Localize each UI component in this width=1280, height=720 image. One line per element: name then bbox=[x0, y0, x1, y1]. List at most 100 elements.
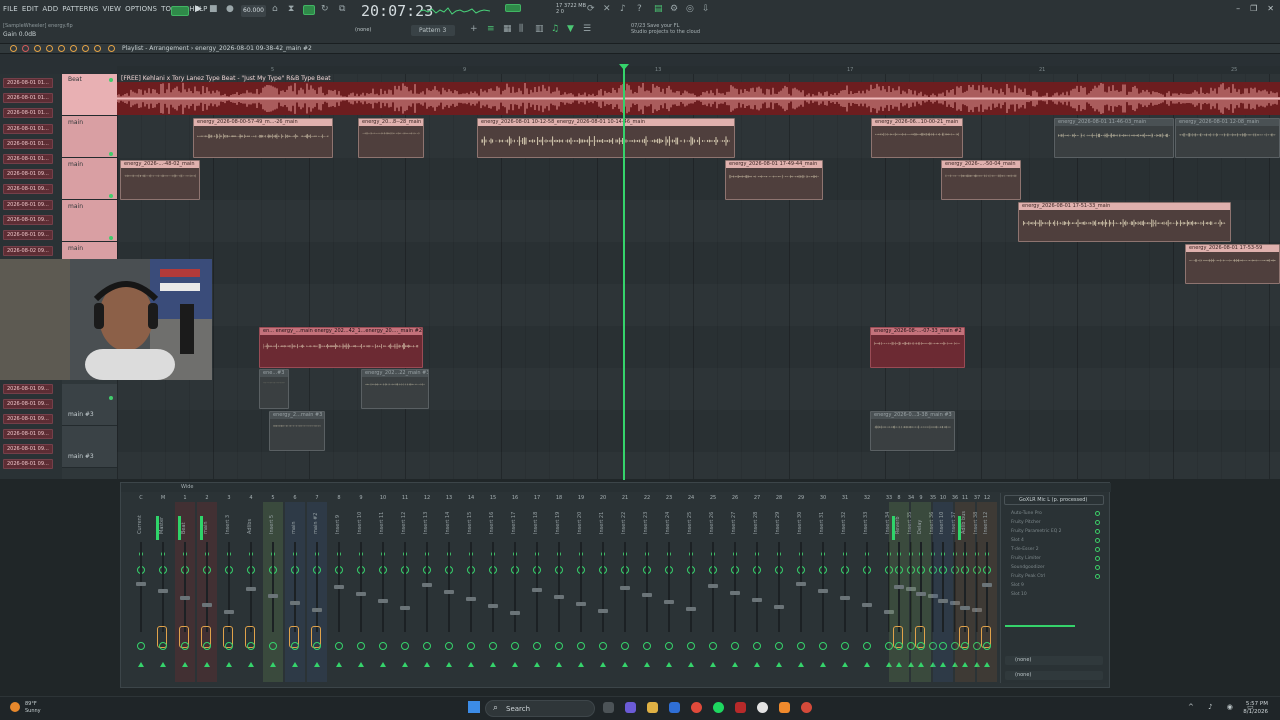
stereo-knob[interactable] bbox=[665, 642, 673, 650]
stereo-knob[interactable] bbox=[621, 642, 629, 650]
mail-app-icon[interactable] bbox=[669, 702, 680, 713]
spotify-icon[interactable] bbox=[713, 702, 724, 713]
track-header-main[interactable]: main bbox=[62, 116, 117, 158]
fx-slot-toggle[interactable] bbox=[1095, 565, 1100, 570]
route-arrow[interactable] bbox=[314, 662, 320, 667]
mixer-channel-strip[interactable]: Insert 12 bbox=[977, 502, 997, 682]
route-arrow[interactable] bbox=[940, 662, 946, 667]
mixer-channel-strip[interactable]: Insert 30 bbox=[791, 502, 811, 682]
playlist-icon[interactable]: ≡ bbox=[487, 24, 495, 34]
stereo-knob[interactable] bbox=[467, 642, 475, 650]
volume-fader[interactable] bbox=[268, 594, 278, 598]
mic-icon[interactable]: ♪ bbox=[620, 4, 626, 14]
playhead[interactable] bbox=[623, 66, 625, 480]
volume-fader[interactable] bbox=[708, 584, 718, 588]
volume-fader[interactable] bbox=[532, 588, 542, 592]
timeline-ruler[interactable]: 5 9 13 17 21 25 bbox=[117, 66, 1280, 74]
stereo-knob[interactable] bbox=[489, 642, 497, 650]
mixer-channel-strip[interactable]: Insert 10 bbox=[351, 502, 371, 682]
window-close-icon[interactable]: ✕ bbox=[1267, 4, 1274, 13]
mixer-channel-strip[interactable]: Adlibs bbox=[241, 502, 261, 682]
fx-slot[interactable]: Fruity Parametric EQ 2 bbox=[1005, 528, 1095, 536]
stereo-knob[interactable] bbox=[533, 642, 541, 650]
fx-slot[interactable]: T-de-Esser 2 bbox=[1005, 546, 1095, 554]
mixer-channel-strip[interactable]: Delay bbox=[911, 502, 931, 682]
picker-item[interactable]: 2026-08-01 09... bbox=[3, 459, 53, 469]
mixer-channel-strip[interactable]: Beat bbox=[175, 502, 195, 682]
fx-slot[interactable]: Slot 4 bbox=[1005, 537, 1095, 545]
picker-item[interactable]: 2026-08-01 09... bbox=[3, 429, 53, 439]
audio-clip[interactable]: energy_2026-08-...-07-33_main #2 bbox=[870, 327, 965, 368]
mixer-channel-strip[interactable]: Adlib bus bbox=[955, 502, 975, 682]
volume-fader[interactable] bbox=[730, 591, 740, 595]
audio-clip[interactable]: energy_2026-08-01 17-53-59 bbox=[1185, 244, 1280, 284]
volume-fader[interactable] bbox=[894, 585, 904, 589]
mixer-channel-strip[interactable]: Insert 12 bbox=[395, 502, 415, 682]
mixer-channel-strip[interactable]: main #2 bbox=[307, 502, 327, 682]
output-selector[interactable]: (none) bbox=[1005, 671, 1103, 680]
volume-fader[interactable] bbox=[818, 589, 828, 593]
mixer-channel-strip[interactable]: Insert 31 bbox=[813, 502, 833, 682]
mixer-channel-strip[interactable]: Insert 11 bbox=[373, 502, 393, 682]
stereo-knob[interactable] bbox=[423, 642, 431, 650]
route-arrow[interactable] bbox=[402, 662, 408, 667]
step-edit-icon[interactable]: ⧉ bbox=[339, 4, 345, 14]
stereo-separation-slider[interactable] bbox=[1005, 625, 1075, 627]
fx-slot-toggle[interactable] bbox=[1095, 556, 1100, 561]
project-browser-icon[interactable]: ☰ bbox=[583, 24, 591, 34]
tempo-display[interactable]: 60.000 bbox=[241, 5, 266, 17]
route-arrow[interactable] bbox=[732, 662, 738, 667]
stereo-knob[interactable] bbox=[753, 642, 761, 650]
countdown-toggle[interactable] bbox=[303, 5, 315, 15]
route-arrow[interactable] bbox=[336, 662, 342, 667]
volume-fader[interactable] bbox=[686, 607, 696, 611]
mixer-channel-strip[interactable]: Insert 22 bbox=[615, 502, 635, 682]
volume-fader[interactable] bbox=[576, 602, 586, 606]
stereo-knob[interactable] bbox=[401, 642, 409, 650]
picker-item[interactable]: 2026-08-01 01... bbox=[3, 93, 53, 103]
track-header-main3[interactable]: main #3 bbox=[62, 384, 117, 426]
audio-clip[interactable]: energy_202...22_main #3 bbox=[361, 369, 429, 409]
volume-fader[interactable] bbox=[158, 589, 168, 593]
playback-tool-icon[interactable] bbox=[108, 45, 115, 52]
fx-slot-toggle[interactable] bbox=[1095, 547, 1100, 552]
mixer-channel-strip[interactable]: Insert 23 bbox=[637, 502, 657, 682]
windows-start-icon[interactable] bbox=[468, 701, 480, 713]
stereo-knob[interactable] bbox=[797, 642, 805, 650]
route-arrow[interactable] bbox=[380, 662, 386, 667]
playlist-tool-icon[interactable] bbox=[10, 45, 17, 52]
volume-fader[interactable] bbox=[960, 606, 970, 610]
pattern-selector[interactable]: Pattern 3 bbox=[411, 25, 455, 36]
mixer-channel-strip[interactable]: Insert 5 bbox=[263, 502, 283, 682]
piano-roll-icon[interactable]: ▦ bbox=[503, 24, 512, 34]
picker-item[interactable]: 2026-08-01 09... bbox=[3, 444, 53, 454]
stereo-knob[interactable] bbox=[357, 642, 365, 650]
mixer-channel-strip[interactable]: Insert 16 bbox=[483, 502, 503, 682]
stop-icon[interactable]: ■ bbox=[209, 4, 218, 14]
volume-fader[interactable] bbox=[620, 586, 630, 590]
stereo-knob[interactable] bbox=[895, 642, 903, 650]
volume-fader[interactable] bbox=[202, 603, 212, 607]
picker-item[interactable]: 2026-08-01 09... bbox=[3, 230, 53, 240]
mixer-channel-strip[interactable]: Insert 18 bbox=[527, 502, 547, 682]
route-arrow[interactable] bbox=[644, 662, 650, 667]
add-pattern-icon[interactable]: + bbox=[470, 24, 478, 34]
metronome-icon[interactable]: ⌂ bbox=[272, 4, 278, 14]
minimize-icon[interactable]: – bbox=[1236, 4, 1240, 13]
mixer-channel-strip[interactable]: Insert 25 bbox=[681, 502, 701, 682]
mixer-channel-strip[interactable]: Insert 27 bbox=[725, 502, 745, 682]
route-arrow[interactable] bbox=[468, 662, 474, 667]
volume-fader[interactable] bbox=[290, 601, 300, 605]
route-arrow[interactable] bbox=[710, 662, 716, 667]
menu-file[interactable]: FILE bbox=[3, 5, 18, 13]
picker-item[interactable]: 2026-08-01 01... bbox=[3, 124, 53, 134]
route-arrow[interactable] bbox=[918, 662, 924, 667]
track-mute-led[interactable] bbox=[109, 78, 113, 82]
route-arrow[interactable] bbox=[490, 662, 496, 667]
mixer-channel-strip[interactable]: Insert 19 bbox=[549, 502, 569, 682]
route-arrow[interactable] bbox=[798, 662, 804, 667]
route-arrow[interactable] bbox=[896, 662, 902, 667]
route-arrow[interactable] bbox=[776, 662, 782, 667]
volume-fader[interactable] bbox=[938, 599, 948, 603]
download-icon[interactable]: ⇩ bbox=[702, 4, 710, 14]
